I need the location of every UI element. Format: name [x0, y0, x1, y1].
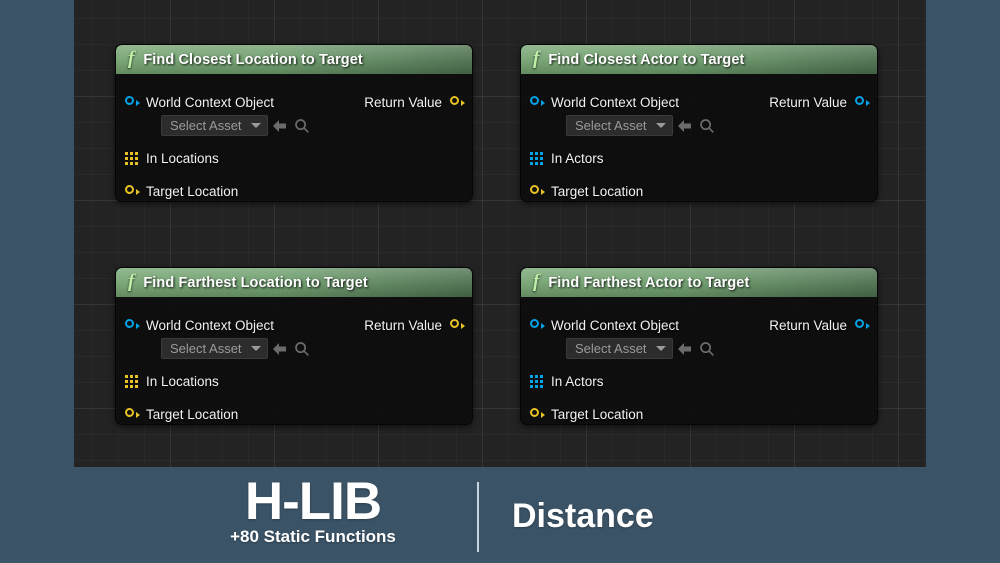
node-find-closest-location-to-target[interactable]: f Find Closest Location to Target World … [115, 44, 473, 202]
object-pin-icon[interactable] [125, 319, 140, 332]
pin-row-world-context-object[interactable]: World Context Object [125, 318, 274, 333]
pin-row-in-locations[interactable]: In Locations [125, 374, 219, 389]
pin-row-target-location[interactable]: Target Location [125, 184, 238, 199]
select-asset-dropdown[interactable]: Select Asset [161, 338, 268, 359]
pin-label-world-context-object: World Context Object [551, 95, 680, 110]
pin-row-in-actors[interactable]: In Actors [530, 151, 604, 166]
vector-pin-icon[interactable] [450, 96, 465, 109]
array-pin-icon[interactable] [125, 375, 138, 388]
node-title: Find Closest Actor to Target [548, 51, 745, 68]
node-body: World Context Object Select Asset In Loc… [116, 297, 472, 424]
back-arrow-icon[interactable] [270, 116, 290, 136]
function-icon: f [128, 48, 135, 69]
node-header[interactable]: f Find Closest Location to Target [116, 45, 472, 74]
object-pin-icon[interactable] [530, 319, 545, 332]
pin-label-target-location: Target Location [551, 407, 644, 422]
blueprint-graph-canvas[interactable]: f Find Closest Location to Target World … [74, 0, 926, 467]
pin-row-in-actors[interactable]: In Actors [530, 374, 604, 389]
node-title: Find Farthest Actor to Target [548, 274, 750, 291]
node-title: Find Closest Location to Target [143, 51, 363, 68]
vector-pin-icon[interactable] [450, 319, 465, 332]
asset-dropdown-widget[interactable]: Select Asset [566, 115, 717, 136]
brand-block: H-LIB +80 Static Functions [168, 472, 458, 547]
pin-row-in-locations[interactable]: In Locations [125, 151, 219, 166]
pin-label-return-value: Return Value [364, 318, 442, 333]
pin-row-return-value[interactable]: Return Value [364, 95, 465, 110]
select-asset-dropdown[interactable]: Select Asset [566, 338, 673, 359]
magnifier-icon[interactable] [697, 339, 717, 359]
back-arrow-icon[interactable] [270, 339, 290, 359]
chevron-down-icon[interactable] [655, 123, 666, 128]
category-label: Distance [512, 497, 654, 535]
pin-row-return-value[interactable]: Return Value [769, 95, 870, 110]
vector-pin-icon[interactable] [530, 185, 545, 198]
select-asset-value: Select Asset [170, 118, 242, 133]
array-pin-icon[interactable] [530, 152, 543, 165]
pin-label-return-value: Return Value [769, 95, 847, 110]
object-pin-icon[interactable] [855, 319, 870, 332]
select-asset-value: Select Asset [575, 341, 647, 356]
node-header[interactable]: f Find Farthest Location to Target [116, 268, 472, 297]
pin-row-target-location[interactable]: Target Location [125, 407, 238, 422]
object-pin-icon[interactable] [855, 96, 870, 109]
select-asset-value: Select Asset [170, 341, 242, 356]
pin-label-target-location: Target Location [146, 407, 239, 422]
pin-row-target-location[interactable]: Target Location [530, 407, 643, 422]
pin-label-return-value: Return Value [364, 95, 442, 110]
brand-subtitle: +80 Static Functions [230, 527, 396, 547]
select-asset-dropdown[interactable]: Select Asset [566, 115, 673, 136]
node-find-farthest-location-to-target[interactable]: f Find Farthest Location to Target World… [115, 267, 473, 425]
pin-label-in-actors: In Actors [551, 151, 604, 166]
pin-label-target-location: Target Location [146, 184, 239, 199]
vector-pin-icon[interactable] [530, 408, 545, 421]
asset-dropdown-widget[interactable]: Select Asset [161, 338, 312, 359]
brand-title: H-LIB [244, 472, 382, 531]
magnifier-icon[interactable] [697, 116, 717, 136]
back-arrow-icon[interactable] [675, 339, 695, 359]
pin-row-return-value[interactable]: Return Value [364, 318, 465, 333]
pin-label-in-actors: In Actors [551, 374, 604, 389]
object-pin-icon[interactable] [530, 96, 545, 109]
pin-row-target-location[interactable]: Target Location [530, 184, 643, 199]
array-pin-icon[interactable] [530, 375, 543, 388]
chevron-down-icon[interactable] [250, 346, 261, 351]
node-body: World Context Object Select Asset In Act… [521, 74, 877, 201]
bottom-banner: H-LIB +80 Static Functions Distance [0, 467, 1000, 563]
pin-label-target-location: Target Location [551, 184, 644, 199]
node-body: World Context Object Select Asset In Loc… [116, 74, 472, 201]
chevron-down-icon[interactable] [655, 346, 666, 351]
node-header[interactable]: f Find Closest Actor to Target [521, 45, 877, 74]
pin-label-in-locations: In Locations [146, 374, 219, 389]
select-asset-value: Select Asset [575, 118, 647, 133]
node-find-closest-actor-to-target[interactable]: f Find Closest Actor to Target World Con… [520, 44, 878, 202]
function-icon: f [533, 271, 540, 292]
select-asset-dropdown[interactable]: Select Asset [161, 115, 268, 136]
function-icon: f [533, 48, 540, 69]
pin-label-in-locations: In Locations [146, 151, 219, 166]
object-pin-icon[interactable] [125, 96, 140, 109]
asset-dropdown-widget[interactable]: Select Asset [566, 338, 717, 359]
pin-label-return-value: Return Value [769, 318, 847, 333]
node-body: World Context Object Select Asset In Act… [521, 297, 877, 424]
pin-label-world-context-object: World Context Object [146, 318, 275, 333]
node-find-farthest-actor-to-target[interactable]: f Find Farthest Actor to Target World Co… [520, 267, 878, 425]
pin-row-world-context-object[interactable]: World Context Object [530, 95, 679, 110]
magnifier-icon[interactable] [292, 339, 312, 359]
node-title: Find Farthest Location to Target [143, 274, 368, 291]
back-arrow-icon[interactable] [675, 116, 695, 136]
pin-label-world-context-object: World Context Object [146, 95, 275, 110]
pin-row-return-value[interactable]: Return Value [769, 318, 870, 333]
pin-row-world-context-object[interactable]: World Context Object [125, 95, 274, 110]
pin-label-world-context-object: World Context Object [551, 318, 680, 333]
node-header[interactable]: f Find Farthest Actor to Target [521, 268, 877, 297]
array-pin-icon[interactable] [125, 152, 138, 165]
banner-divider [477, 482, 479, 552]
pin-row-world-context-object[interactable]: World Context Object [530, 318, 679, 333]
magnifier-icon[interactable] [292, 116, 312, 136]
chevron-down-icon[interactable] [250, 123, 261, 128]
vector-pin-icon[interactable] [125, 185, 140, 198]
function-icon: f [128, 271, 135, 292]
vector-pin-icon[interactable] [125, 408, 140, 421]
asset-dropdown-widget[interactable]: Select Asset [161, 115, 312, 136]
